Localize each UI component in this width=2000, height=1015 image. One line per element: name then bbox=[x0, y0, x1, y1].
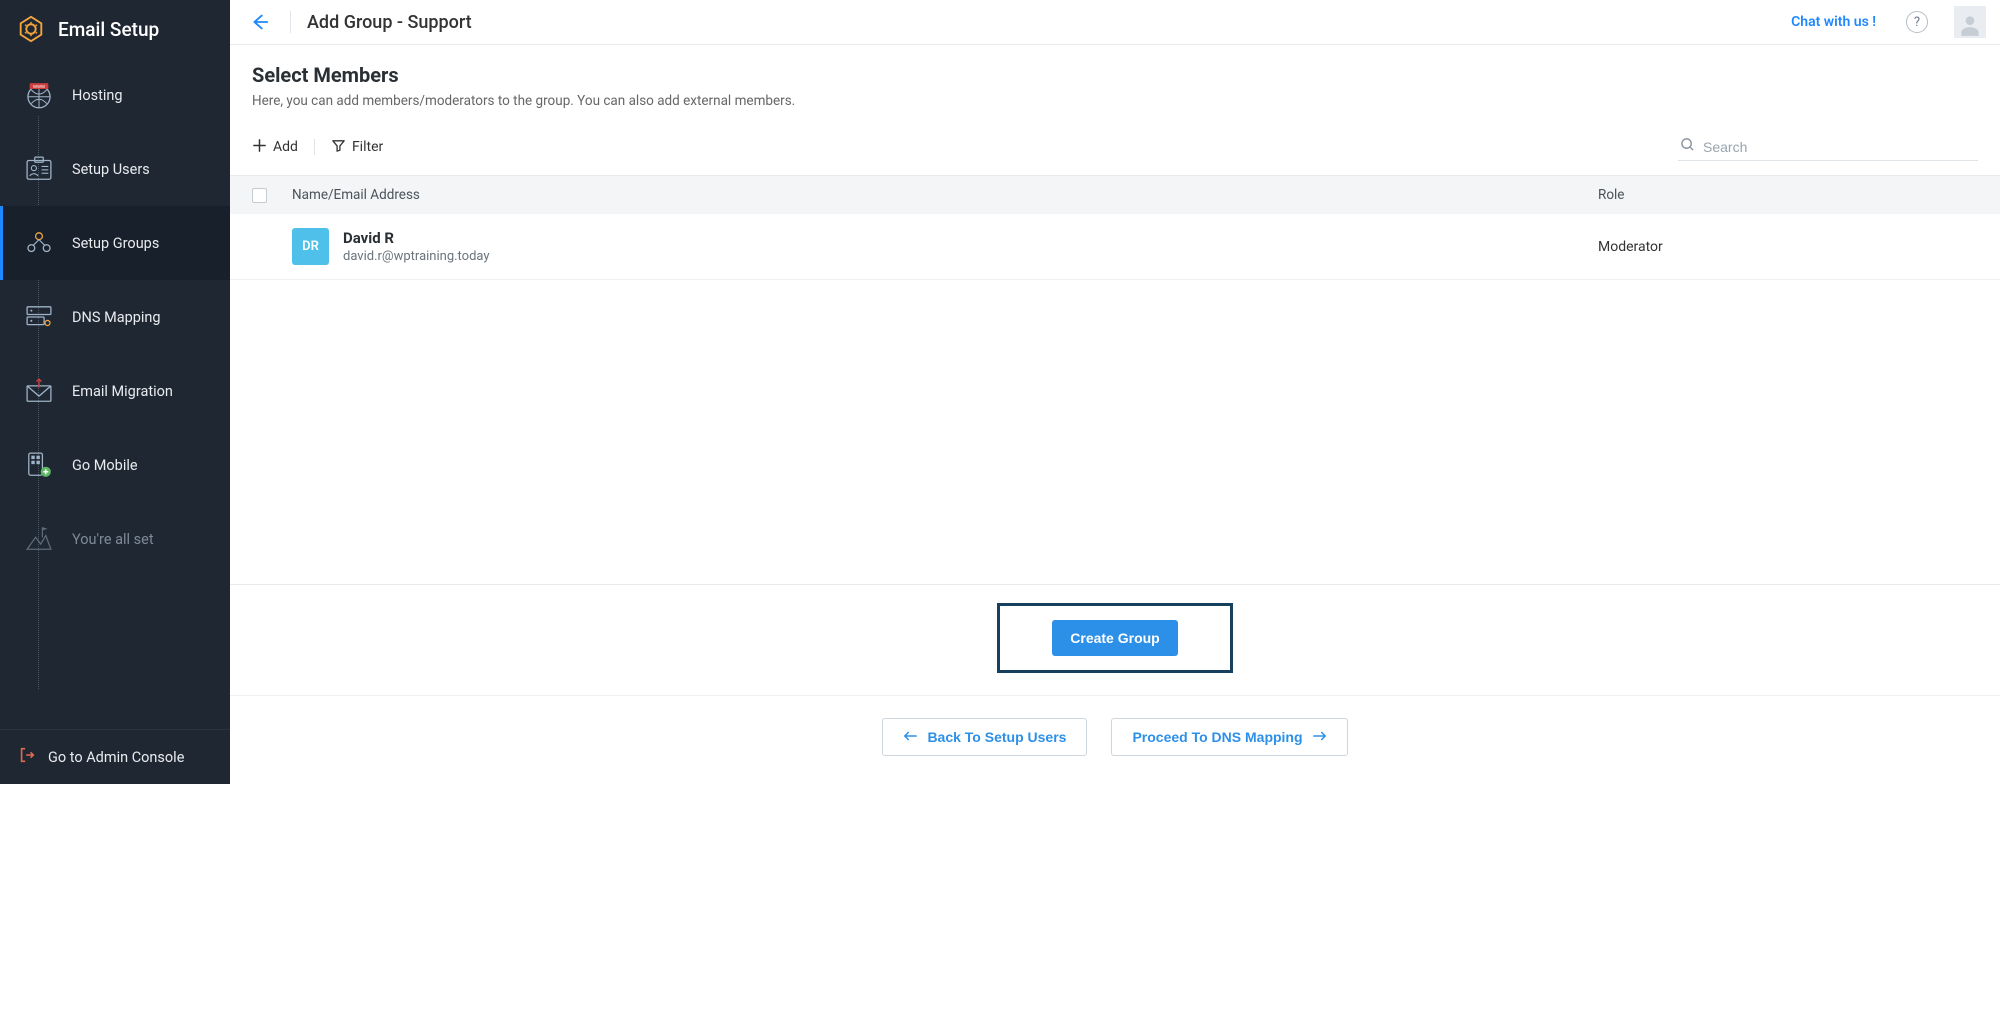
arrow-right-icon bbox=[1313, 729, 1327, 745]
sidebar: Email Setup WWW Hosting Setup Users Setu… bbox=[0, 0, 230, 784]
create-group-button[interactable]: Create Group bbox=[1052, 620, 1177, 656]
sidebar-item-go-mobile[interactable]: Go Mobile bbox=[0, 428, 230, 502]
member-avatar: DR bbox=[292, 228, 329, 265]
page-title: Add Group - Support bbox=[307, 12, 472, 33]
member-email: david.r@wptraining.today bbox=[343, 249, 1598, 264]
section-header: Select Members Here, you can add members… bbox=[230, 45, 2000, 117]
member-role: Moderator bbox=[1598, 239, 1978, 255]
toolbar: Add Filter bbox=[230, 117, 2000, 175]
nav-buttons: Back To Setup Users Proceed To DNS Mappi… bbox=[882, 718, 1347, 756]
plus-icon bbox=[252, 138, 267, 157]
section-title: Select Members bbox=[252, 63, 1978, 87]
sidebar-item-label: Hosting bbox=[72, 87, 123, 104]
sidebar-item-dns-mapping[interactable]: DNS Mapping bbox=[0, 280, 230, 354]
sidebar-header: Email Setup bbox=[0, 0, 230, 58]
table-row[interactable]: DR David R david.r@wptraining.today Mode… bbox=[230, 214, 2000, 280]
sidebar-item-label: Email Migration bbox=[72, 383, 173, 400]
select-all-cell bbox=[252, 188, 292, 203]
help-button[interactable]: ? bbox=[1906, 11, 1928, 33]
sidebar-nav: WWW Hosting Setup Users Setup Groups DNS… bbox=[0, 58, 230, 729]
filter-icon bbox=[331, 138, 346, 157]
sidebar-item-hosting[interactable]: WWW Hosting bbox=[0, 58, 230, 132]
sidebar-item-label: DNS Mapping bbox=[72, 309, 161, 326]
add-label: Add bbox=[273, 139, 298, 155]
sidebar-item-label: Go Mobile bbox=[72, 457, 138, 474]
search-input[interactable] bbox=[1703, 139, 1976, 155]
member-name: David R bbox=[343, 229, 1598, 247]
sidebar-item-setup-users[interactable]: Setup Users bbox=[0, 132, 230, 206]
svg-text:WWW: WWW bbox=[33, 84, 45, 89]
filter-label: Filter bbox=[352, 139, 383, 155]
topbar-divider bbox=[290, 11, 291, 33]
arrow-left-icon bbox=[903, 729, 917, 745]
main-area: Add Group - Support Chat with us ! ? Sel… bbox=[230, 0, 2000, 784]
envelope-migration-icon bbox=[20, 372, 58, 410]
content: Select Members Here, you can add members… bbox=[230, 45, 2000, 784]
user-avatar[interactable] bbox=[1954, 6, 1986, 38]
search-box[interactable] bbox=[1678, 133, 1978, 161]
back-label: Back To Setup Users bbox=[927, 729, 1066, 745]
back-to-setup-users-button[interactable]: Back To Setup Users bbox=[882, 718, 1087, 756]
group-icon bbox=[20, 224, 58, 262]
globe-icon: WWW bbox=[20, 76, 58, 114]
proceed-to-dns-mapping-button[interactable]: Proceed To DNS Mapping bbox=[1111, 718, 1347, 756]
app-title: Email Setup bbox=[58, 18, 159, 41]
app-logo-icon bbox=[16, 14, 46, 44]
create-group-highlight: Create Group bbox=[997, 603, 1232, 673]
exit-icon bbox=[18, 746, 36, 768]
sidebar-item-youre-all-set[interactable]: You're all set bbox=[0, 502, 230, 576]
select-all-checkbox[interactable] bbox=[252, 188, 267, 203]
user-badge-icon bbox=[20, 150, 58, 188]
section-description: Here, you can add members/moderators to … bbox=[252, 93, 1978, 109]
flag-mountain-icon bbox=[20, 520, 58, 558]
footer-divider bbox=[230, 695, 2000, 696]
proceed-label: Proceed To DNS Mapping bbox=[1132, 729, 1302, 745]
search-icon bbox=[1680, 137, 1695, 156]
mobile-qr-icon bbox=[20, 446, 58, 484]
col-role-header: Role bbox=[1598, 187, 1978, 203]
col-name-header: Name/Email Address bbox=[292, 187, 1598, 203]
sidebar-footer-admin-console[interactable]: Go to Admin Console bbox=[0, 729, 230, 784]
help-icon: ? bbox=[1914, 15, 1920, 30]
chat-with-us-link[interactable]: Chat with us ! bbox=[1791, 14, 1876, 30]
sidebar-item-label: Setup Users bbox=[72, 161, 150, 178]
member-main-cell: David R david.r@wptraining.today bbox=[343, 229, 1598, 264]
toolbar-separator bbox=[314, 139, 315, 155]
filter-button[interactable]: Filter bbox=[331, 138, 383, 157]
dns-icon bbox=[20, 298, 58, 336]
topbar: Add Group - Support Chat with us ! ? bbox=[230, 0, 2000, 45]
sidebar-item-setup-groups[interactable]: Setup Groups bbox=[0, 206, 230, 280]
sidebar-item-email-migration[interactable]: Email Migration bbox=[0, 354, 230, 428]
sidebar-footer-label: Go to Admin Console bbox=[48, 749, 184, 766]
back-button[interactable] bbox=[244, 7, 274, 37]
add-button[interactable]: Add bbox=[252, 138, 298, 157]
table-header: Name/Email Address Role bbox=[230, 176, 2000, 214]
sidebar-item-label: Setup Groups bbox=[72, 235, 159, 252]
members-table: Name/Email Address Role DR David R david… bbox=[230, 175, 2000, 585]
footer-actions: Create Group Back To Setup Users Proceed… bbox=[230, 585, 2000, 784]
sidebar-item-label: You're all set bbox=[72, 531, 154, 548]
